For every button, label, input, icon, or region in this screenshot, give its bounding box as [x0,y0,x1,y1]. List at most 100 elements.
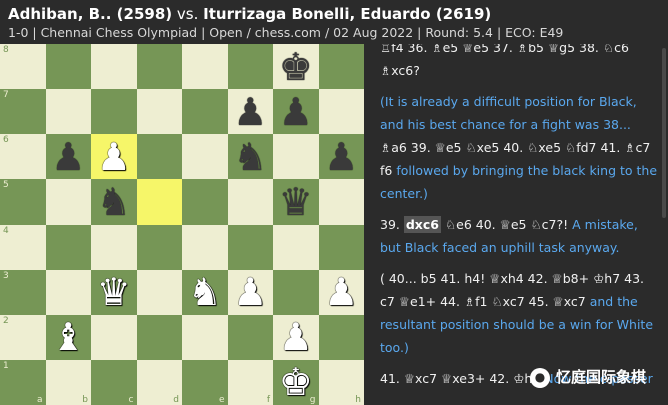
square-a6[interactable]: 6 [0,134,46,180]
square-a7[interactable]: 7 [0,89,46,135]
move-text: 39. [406,140,435,155]
square-h6[interactable]: ♟ [318,134,364,180]
white-bishop-icon[interactable]: ♝ [51,318,85,356]
square-c7[interactable] [91,89,137,135]
square-g6[interactable] [273,134,319,180]
square-g1[interactable]: g ♚ [273,359,319,405]
square-c5[interactable]: ♞ [91,179,137,225]
white-king-icon[interactable]: ♚ [279,363,313,401]
square-f7[interactable]: ♟ [227,89,273,135]
square-h5[interactable] [318,179,364,225]
square-b1[interactable]: b [45,359,91,405]
square-a1[interactable]: 1a [0,359,46,405]
square-c4[interactable] [91,224,137,270]
move-text: 41. [436,271,465,286]
square-c3[interactable]: ♛ [91,269,137,315]
square-b8[interactable] [45,44,91,90]
square-g8[interactable]: ♚ [273,44,319,90]
square-e7[interactable] [182,89,228,135]
move-text[interactable]: 41. ♕xc7 ♕xe3+ 42. ♔h2 [380,371,540,386]
move-text[interactable]: b5 [421,271,437,286]
square-g4[interactable] [273,224,319,270]
square-b2[interactable]: ♝ [45,314,91,360]
white-knight-icon[interactable]: ♞ [188,273,222,311]
square-b7[interactable] [45,89,91,135]
square-g3[interactable] [273,269,319,315]
square-g7[interactable]: ♟ [273,89,319,135]
square-d1[interactable]: d [136,359,182,405]
black-pawn-icon[interactable]: ♟ [279,93,313,131]
square-h4[interactable] [318,224,364,270]
square-c2[interactable] [91,314,137,360]
square-d7[interactable] [136,89,182,135]
square-c8[interactable] [91,44,137,90]
square-c6[interactable]: ♟ [91,134,137,180]
move-text[interactable]: ♗a6 [380,140,407,155]
file-label: d [173,395,179,405]
square-f1[interactable]: f [227,359,273,405]
white-pawn-icon[interactable]: ♟ [97,138,131,176]
white-pawn-icon[interactable]: ♟ [324,273,358,311]
square-h1[interactable]: h [318,359,364,405]
white-queen-icon[interactable]: ♛ [97,273,131,311]
rank-label: 5 [3,180,9,191]
black-king-icon[interactable]: ♚ [279,48,313,86]
square-a4[interactable]: 4 [0,224,46,270]
black-knight-icon[interactable]: ♞ [233,138,267,176]
square-h2[interactable] [318,314,364,360]
black-knight-icon[interactable]: ♞ [97,183,131,221]
black-pawn-icon[interactable]: ♟ [324,138,358,176]
square-f3[interactable]: ♟ [227,269,273,315]
notation-scrollbar[interactable] [662,48,666,218]
square-h7[interactable] [318,89,364,135]
black-pawn-icon[interactable]: ♟ [51,138,85,176]
square-f8[interactable] [227,44,273,90]
move-text[interactable]: ♕e5 ♘xe5 40. ♘xe5 ♘fd7 41. ♗c7 [435,140,651,155]
white-pawn-icon[interactable]: ♟ [279,318,313,356]
square-d3[interactable] [136,269,182,315]
move-text[interactable]: ♗xc6? [380,63,420,78]
square-d4[interactable] [136,224,182,270]
square-c1[interactable]: c [91,359,137,405]
notation-panel[interactable]: ♖f4 36. ♗e5 ♕e5 37. ♗b5 ♕g5 38. ♘c6 ♗xc6… [364,44,668,405]
square-h8[interactable] [318,44,364,90]
square-f6[interactable]: ♞ [227,134,273,180]
square-e8[interactable] [182,44,228,90]
square-a2[interactable]: 2 [0,314,46,360]
square-b3[interactable] [45,269,91,315]
square-d6[interactable] [136,134,182,180]
square-e1[interactable]: e [182,359,228,405]
square-b4[interactable] [45,224,91,270]
notation-paragraph: ( 40... b5 41. h4! ♕xh4 42. ♕b8+ ♔h7 43.… [380,267,660,359]
move-text[interactable]: ♖f4 36. ♗e5 ♕e5 37. ♗b5 ♕g5 38. ♘c6 [380,44,629,55]
square-d2[interactable] [136,314,182,360]
square-g5[interactable]: ♛ [273,179,319,225]
black-queen-icon[interactable]: ♛ [279,183,313,221]
square-f4[interactable] [227,224,273,270]
square-a8[interactable]: 8 [0,44,46,90]
square-e3[interactable]: ♞ [182,269,228,315]
file-label: h [355,395,361,405]
square-b5[interactable] [45,179,91,225]
move-text[interactable]: f6 [380,163,392,178]
square-d8[interactable] [136,44,182,90]
square-a5[interactable]: 5 [0,179,46,225]
square-d5[interactable] [136,179,182,225]
chess-board[interactable]: 8 ♚ 7 ♟ ♟ 6 ♟ ♟ ♞ ♟ 5 ♞ ♛ 4 3 ♛ ♞ ♟ ♟ 2 ♝ ♟ 1 a b c d e f g ♚ h [0,44,364,405]
square-f5[interactable] [227,179,273,225]
square-a3[interactable]: 3 [0,269,46,315]
current-move[interactable]: dxc6 [403,216,441,233]
game-title: Adhiban, B.. (2598) vs. Iturrizaga Bonel… [8,4,660,24]
white-pawn-icon[interactable]: ♟ [233,273,267,311]
square-b6[interactable]: ♟ [45,134,91,180]
move-text[interactable]: ♘e6 40. ♕e5 ♘c7?! [441,217,568,232]
square-e2[interactable] [182,314,228,360]
square-f2[interactable] [227,314,273,360]
square-e6[interactable] [182,134,228,180]
black-pawn-icon[interactable]: ♟ [233,93,267,131]
watermark: ● 忆庭国际象棋 [529,366,646,389]
square-e5[interactable] [182,179,228,225]
square-h3[interactable]: ♟ [318,269,364,315]
square-g2[interactable]: ♟ [273,314,319,360]
square-e4[interactable] [182,224,228,270]
